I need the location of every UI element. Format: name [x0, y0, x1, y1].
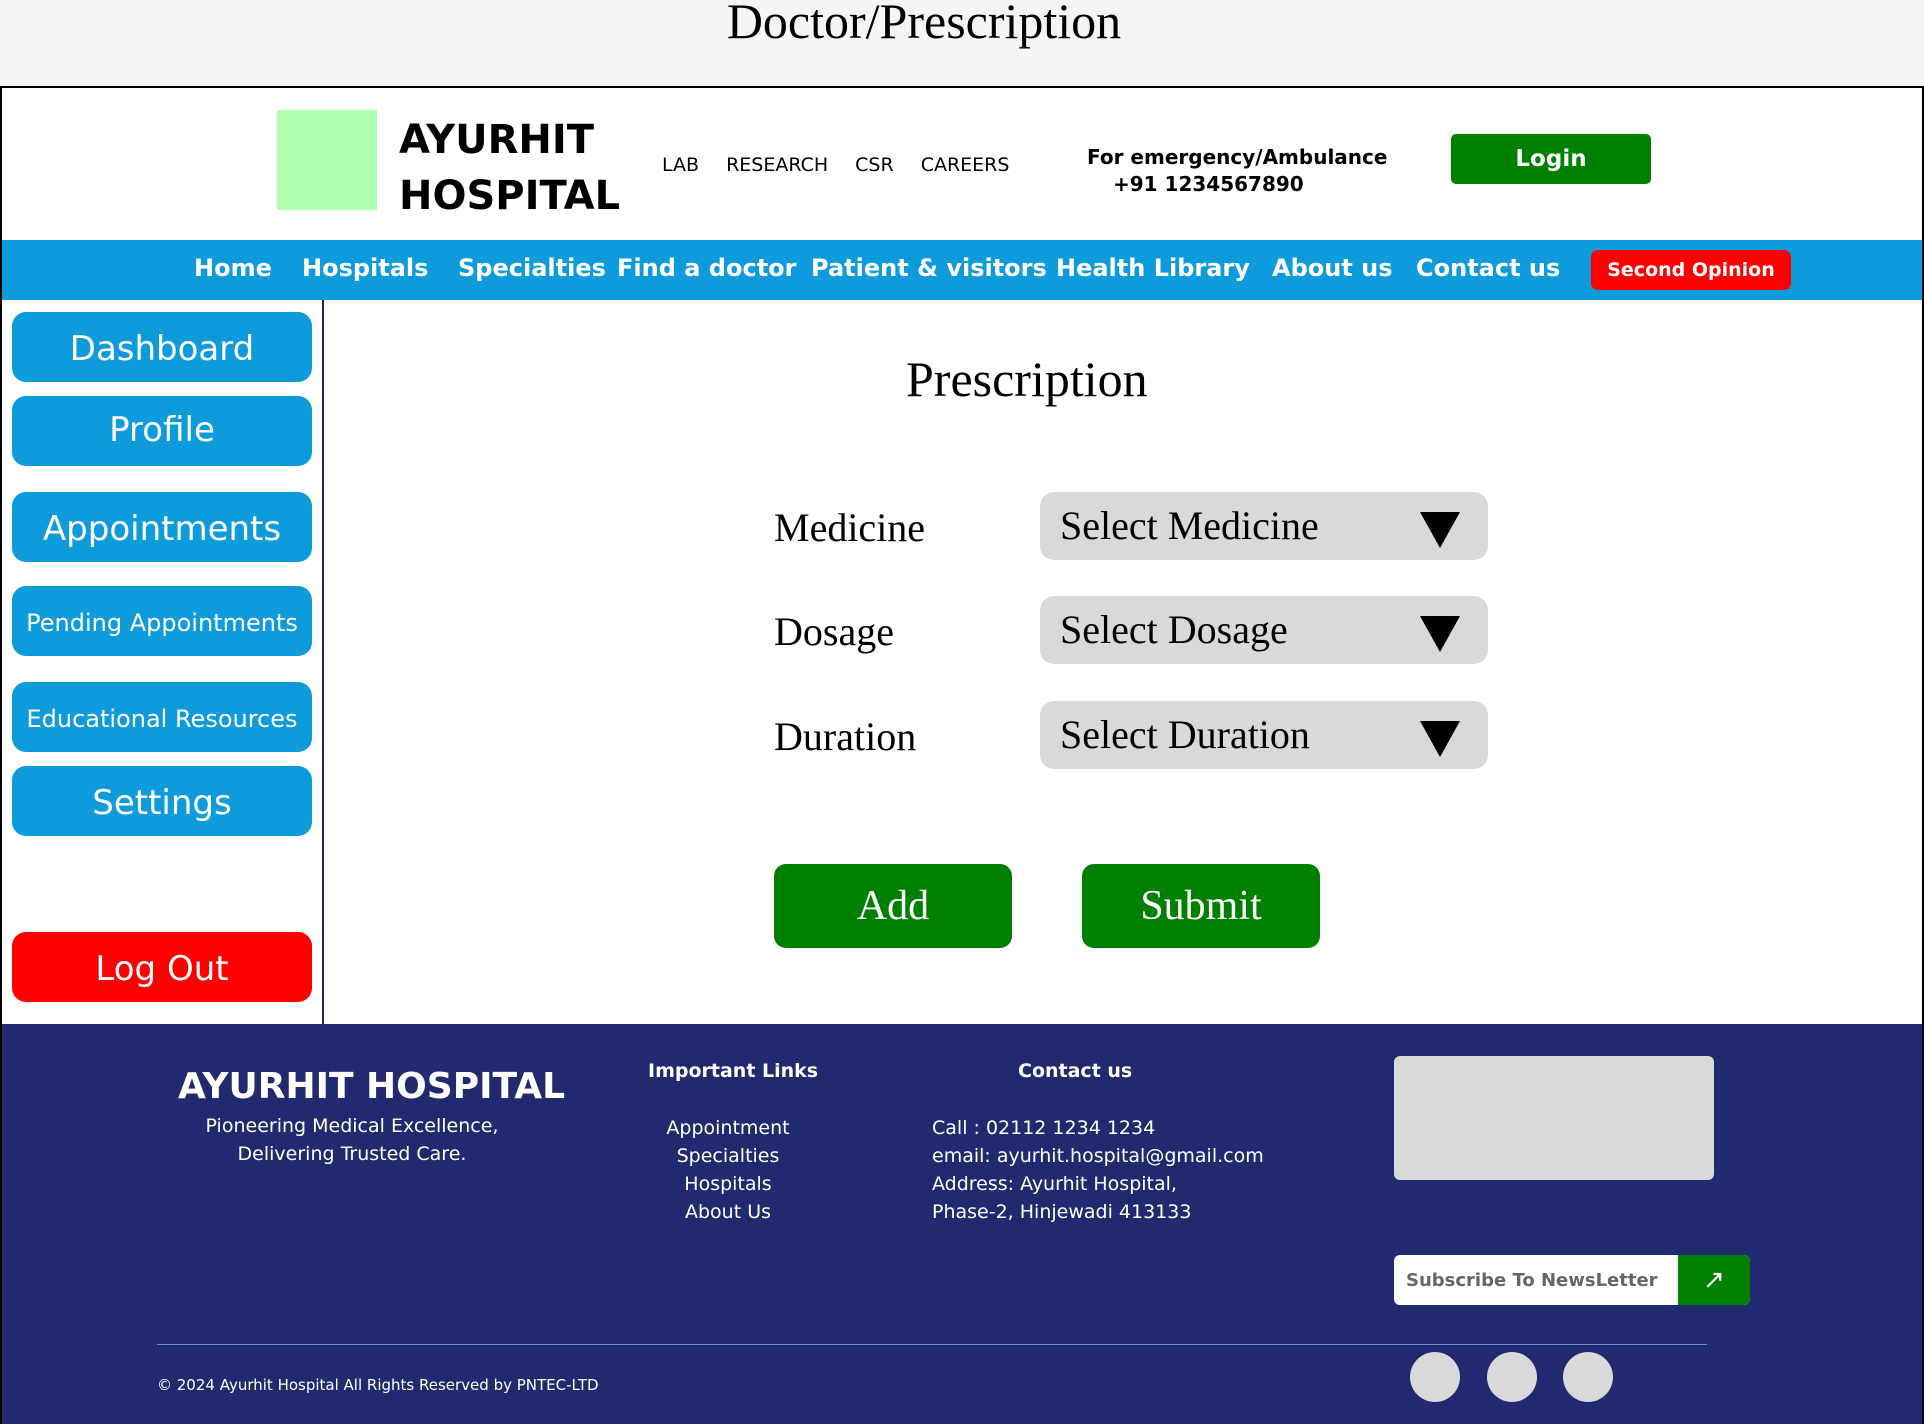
footer-link-hospitals[interactable]: Hospitals — [628, 1170, 828, 1198]
nav-item-hospitals[interactable]: Hospitals — [302, 254, 428, 282]
nav-item-health-library[interactable]: Health Library — [1056, 254, 1250, 282]
sidebar-item-educational-resources[interactable]: Educational Resources — [12, 682, 312, 752]
social-icon[interactable] — [1487, 1352, 1537, 1402]
dosage-label: Dosage — [774, 609, 894, 654]
duration-select-value: Select Duration — [1060, 712, 1310, 757]
dosage-select[interactable]: Select Dosage — [1040, 596, 1488, 664]
prescription-title: Prescription — [906, 351, 1148, 407]
contact-email: email: ayurhit.hospital@gmail.com — [932, 1145, 1264, 1167]
duration-select[interactable]: Select Duration — [1040, 701, 1488, 769]
main-nav: Home Hospitals Specialties Find a doctor… — [2, 240, 1922, 300]
nav-item-contact-us[interactable]: Contact us — [1416, 254, 1560, 282]
map-placeholder — [1394, 1056, 1714, 1180]
footer-divider — [157, 1344, 1707, 1345]
contact-heading: Contact us — [1018, 1060, 1133, 1082]
hospital-name: AYURHIT HOSPITAL — [399, 112, 620, 224]
sidebar-item-appointments[interactable]: Appointments — [12, 492, 312, 562]
contact-address-line2: Phase-2, Hinjewadi 413133 — [932, 1201, 1192, 1223]
second-opinion-button[interactable]: Second Opinion — [1591, 250, 1791, 290]
app-frame: AYURHIT HOSPITAL LAB RESEARCH CSR CAREER… — [0, 86, 1924, 1424]
medicine-label: Medicine — [774, 505, 926, 550]
submit-button[interactable]: Submit — [1082, 864, 1320, 948]
hospital-name-line1: AYURHIT — [399, 117, 595, 163]
contact-address-line1: Address: Ayurhit Hospital, — [932, 1173, 1177, 1195]
login-button[interactable]: Login — [1451, 134, 1651, 184]
dropdown-arrow-icon — [1420, 512, 1460, 548]
top-link-research[interactable]: RESEARCH — [726, 154, 828, 176]
emergency-phone: +91 1234567890 — [1113, 172, 1304, 196]
social-icon[interactable] — [1410, 1352, 1460, 1402]
page-title: Doctor/Prescription — [726, 0, 1122, 49]
duration-label: Duration — [774, 714, 917, 759]
dosage-select-value: Select Dosage — [1060, 607, 1288, 652]
important-links-heading: Important Links — [648, 1060, 819, 1082]
nav-item-specialties[interactable]: Specialties — [458, 254, 606, 282]
arrow-up-right-icon: ↗ — [1703, 1265, 1725, 1295]
footer-link-specialties[interactable]: Specialties — [628, 1142, 828, 1170]
footer-link-appointment[interactable]: Appointment — [628, 1114, 828, 1142]
hospital-name-line2: HOSPITAL — [399, 173, 621, 219]
social-icon[interactable] — [1563, 1352, 1613, 1402]
footer-tagline: Pioneering Medical Excellence, Deliverin… — [152, 1112, 552, 1168]
logout-button[interactable]: Log Out — [12, 932, 312, 1002]
add-button[interactable]: Add — [774, 864, 1012, 948]
footer: AYURHIT HOSPITAL Pioneering Medical Exce… — [2, 1024, 1922, 1424]
logo-placeholder — [277, 110, 377, 210]
top-links: LAB RESEARCH CSR CAREERS — [662, 154, 1009, 176]
sidebar-item-pending-appointments[interactable]: Pending Appointments — [12, 586, 312, 656]
sidebar-item-dashboard[interactable]: Dashboard — [12, 312, 312, 382]
sidebar: Dashboard Profile Appointments Pending A… — [2, 300, 324, 1024]
emergency-info: For emergency/Ambulance +91 1234567890 — [1087, 144, 1387, 198]
top-link-careers[interactable]: CAREERS — [921, 154, 1010, 176]
footer-hospital-name: AYURHIT HOSPITAL — [178, 1066, 566, 1107]
medicine-select[interactable]: Select Medicine — [1040, 492, 1488, 560]
dropdown-arrow-icon — [1420, 616, 1460, 652]
sidebar-item-profile[interactable]: Profile — [12, 396, 312, 466]
contact-phone: Call : 02112 1234 1234 — [932, 1117, 1156, 1139]
top-link-lab[interactable]: LAB — [662, 154, 699, 176]
footer-tagline-line2: Delivering Trusted Care. — [237, 1143, 467, 1165]
top-link-csr[interactable]: CSR — [855, 154, 894, 176]
important-links-list: Appointment Specialties Hospitals About … — [628, 1114, 828, 1226]
sidebar-item-settings[interactable]: Settings — [12, 766, 312, 836]
top-header: AYURHIT HOSPITAL LAB RESEARCH CSR CAREER… — [2, 88, 1922, 238]
nav-item-patient-visitors[interactable]: Patient & visitors — [811, 254, 1047, 282]
footer-link-about-us[interactable]: About Us — [628, 1198, 828, 1226]
footer-tagline-line1: Pioneering Medical Excellence, — [205, 1115, 499, 1137]
newsletter-submit-button[interactable]: ↗ — [1678, 1255, 1750, 1305]
newsletter-form: ↗ — [1394, 1255, 1750, 1305]
emergency-label: For emergency/Ambulance — [1087, 145, 1388, 169]
medicine-select-value: Select Medicine — [1060, 503, 1319, 548]
dropdown-arrow-icon — [1420, 721, 1460, 757]
nav-item-find-doctor[interactable]: Find a doctor — [617, 254, 796, 282]
nav-item-home[interactable]: Home — [194, 254, 272, 282]
newsletter-input[interactable] — [1394, 1255, 1680, 1305]
nav-item-about-us[interactable]: About us — [1272, 254, 1393, 282]
copyright-text: © 2024 Ayurhit Hospital All Rights Reser… — [157, 1376, 599, 1394]
contact-details: Call : 02112 1234 1234 email: ayurhit.ho… — [932, 1114, 1264, 1226]
